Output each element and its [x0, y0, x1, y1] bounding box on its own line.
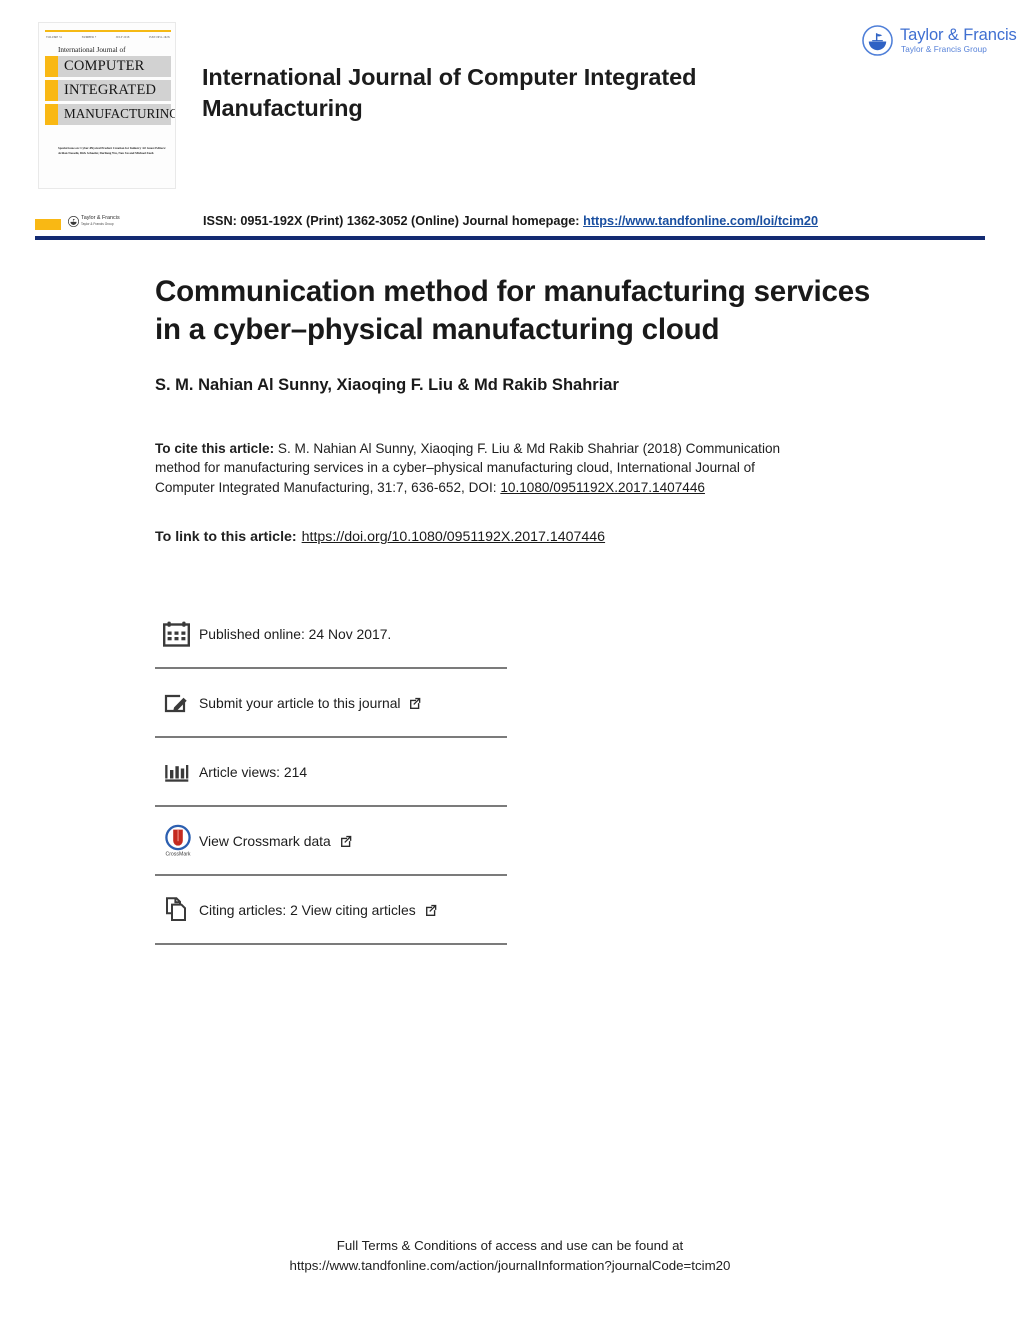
taylor-francis-logo: Taylor & Francis Taylor & Francis Group — [862, 24, 1017, 62]
cover-band-text: MANUFACTURING — [64, 106, 176, 121]
mini-logo-name: Taylor & Francis — [81, 215, 120, 221]
citation-block: To cite this article: S. M. Nahian Al Su… — [155, 439, 815, 497]
external-link-icon — [340, 835, 351, 847]
footer-url-line: https://www.tandfonline.com/action/journ… — [289, 1257, 731, 1273]
submit-article-label[interactable]: Submit your article to this journal — [199, 695, 421, 711]
cover-issn: ISSN 0951-192X — [149, 36, 170, 39]
crossmark-icon: CrossMark — [155, 824, 199, 858]
citing-articles-label[interactable]: Citing articles: 2 View citing articles — [199, 902, 437, 918]
mini-logo-group: Taylor & Francis Group — [81, 222, 114, 226]
article-authors: S. M. Nahian Al Sunny, Xiaoqing F. Liu &… — [155, 376, 619, 394]
article-views-icon — [155, 759, 199, 785]
issn-row: Taylor & Francis Taylor & Francis Group … — [0, 212, 1020, 236]
article-doi-link[interactable]: https://doi.org/10.1080/0951192X.2017.14… — [302, 529, 605, 545]
citing-articles-text: Citing articles: 2 View citing articles — [199, 901, 416, 918]
cover-chip — [45, 104, 58, 125]
submit-article-icon — [155, 690, 199, 716]
submit-article-text: Submit your article to this journal — [199, 694, 401, 711]
meta-row-citing-articles[interactable]: Citing articles: 2 View citing articles — [155, 876, 507, 943]
citation-doi-link[interactable]: 10.1080/0951192X.2017.1407446 — [500, 480, 705, 495]
issn-prefix: ISSN: 0951-192X (Print) 1362-3052 (Onlin… — [203, 214, 580, 228]
page-footer: Full Terms & Conditions of access and us… — [0, 1236, 1020, 1276]
page-header: VOLUME 31 NUMBER 7 JULY 2018 ISSN 0951-1… — [0, 0, 1020, 248]
article-views-label: Article views: 214 — [199, 763, 308, 780]
issn-line: ISSN: 0951-192X (Print) 1362-3052 (Onlin… — [203, 214, 818, 228]
meta-row-crossmark[interactable]: CrossMark View Crossmark data — [155, 807, 507, 874]
crossmark-label[interactable]: View Crossmark data — [199, 833, 352, 849]
taylor-francis-group: Taylor & Francis Group — [901, 45, 987, 54]
cover-issue-line: VOLUME 31 NUMBER 7 JULY 2018 ISSN 0951-1… — [46, 36, 170, 39]
calendar-icon — [155, 621, 199, 647]
cover-band-computer: COMPUTER — [45, 56, 171, 77]
cover-special-issue-note: Special issue on: Cyber-Physical Product… — [58, 146, 167, 155]
article-title: Communication method for manufacturing s… — [155, 275, 871, 346]
external-link-icon — [425, 904, 436, 916]
svg-text:CrossMark: CrossMark — [165, 851, 190, 857]
citation-label: To cite this article: — [155, 441, 275, 456]
cover-chip — [45, 56, 58, 77]
meta-row-submit-article[interactable]: Submit your article to this journal — [155, 669, 507, 736]
cover-volume: VOLUME 31 — [46, 36, 63, 39]
cover-top-rule — [45, 30, 171, 32]
article-link-label: To link to this article: — [155, 529, 297, 545]
taylor-francis-name: Taylor & Francis — [900, 26, 1017, 44]
cover-chip — [45, 80, 58, 101]
cover-band-integrated: INTEGRATED — [45, 80, 171, 101]
meta-row-published-online: Published online: 24 Nov 2017. — [155, 600, 507, 667]
crossmark-text: View Crossmark data — [199, 832, 331, 849]
taylor-francis-mark-icon — [68, 216, 79, 227]
header-divider — [35, 236, 985, 240]
cover-kicker: International Journal of — [58, 46, 126, 54]
article-link-block: To link to this article: https://doi.org/… — [155, 529, 855, 545]
taylor-francis-mini-logo: Taylor & Francis Taylor & Francis Group — [68, 215, 120, 231]
cover-band-text: COMPUTER — [64, 58, 145, 74]
journal-cover-thumbnail: VOLUME 31 NUMBER 7 JULY 2018 ISSN 0951-1… — [38, 22, 176, 189]
taylor-francis-mark-icon — [862, 25, 893, 56]
meta-row-article-views: Article views: 214 — [155, 738, 507, 805]
journal-title: International Journal of Computer Integr… — [202, 64, 697, 122]
published-online-label: Published online: 24 Nov 2017. — [199, 625, 392, 642]
cover-date: JULY 2018 — [115, 36, 130, 39]
article-metrics-list: Published online: 24 Nov 2017. Submit yo… — [155, 600, 507, 945]
issn-yellow-chip — [35, 219, 61, 230]
footer-terms-line: Full Terms & Conditions of access and us… — [336, 1238, 684, 1253]
external-link-icon — [410, 697, 421, 709]
citing-articles-icon — [155, 896, 199, 923]
journal-homepage-link[interactable]: https://www.tandfonline.com/loi/tcim20 — [583, 214, 818, 228]
cover-number: NUMBER 7 — [81, 36, 97, 39]
cover-band-manufacturing: MANUFACTURING — [45, 104, 175, 125]
cover-band-text: INTEGRATED — [64, 82, 157, 98]
meta-divider — [155, 943, 507, 945]
